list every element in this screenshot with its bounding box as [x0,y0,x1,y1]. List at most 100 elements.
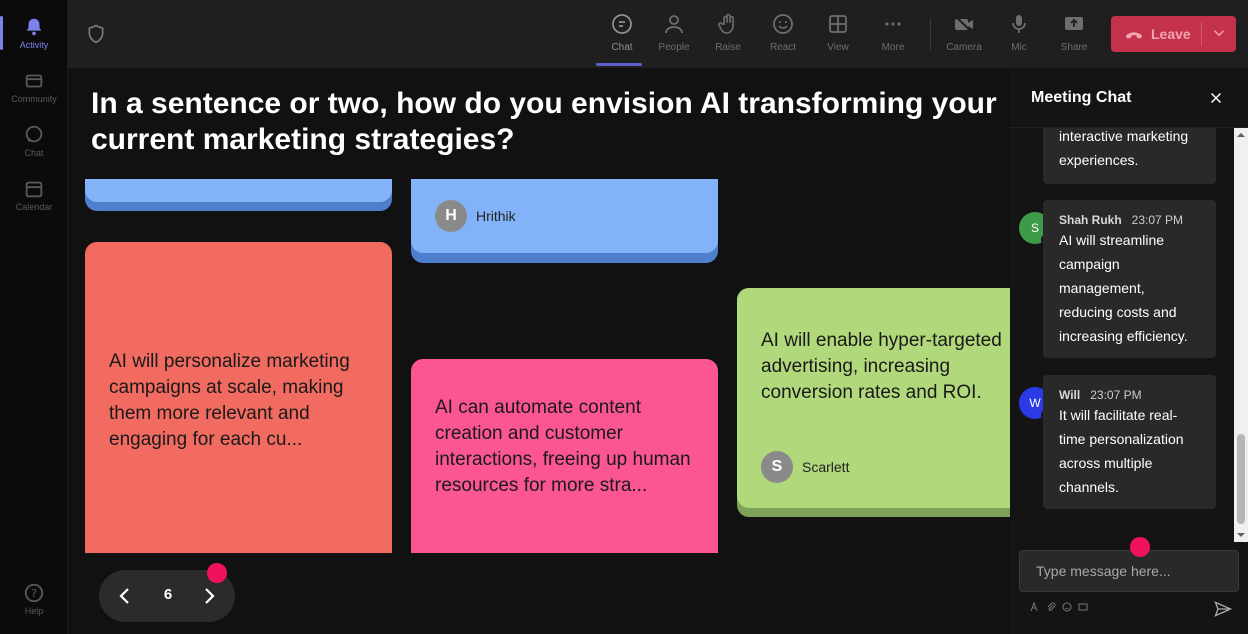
rail-label: Chat [24,148,44,158]
emoji-icon[interactable] [1062,602,1072,612]
chat-title: Meeting Chat [1031,89,1132,106]
chat-icon [25,125,43,143]
toolbar-label: People [658,42,690,53]
scrollbar-thumb[interactable] [1237,434,1245,524]
question-title: In a sentence or two, how do you envisio… [91,86,1010,158]
toolbar-mic-button[interactable]: Mic [993,8,1045,62]
avatar-initial: W [1029,396,1041,410]
hand-icon [718,13,734,34]
note-text: AI will personalize marketing campaigns … [109,351,350,450]
note-author: S Scarlett [761,451,849,483]
toolbar-label: Raise [715,42,741,53]
toolbar-label: React [769,42,797,53]
message-line: channels. [1059,479,1119,495]
chevron-right-icon[interactable] [197,584,221,608]
toolbar-raise-button[interactable]: Raise [702,8,754,62]
sticky-note[interactable]: H Hrithik [411,179,718,253]
message-line: management, [1059,280,1145,296]
toolbar-more-button[interactable]: More [867,8,919,62]
rail-label: Community [11,94,57,104]
note-text: AI can automate content creation and cus… [435,397,691,496]
chat-message-input[interactable] [1020,551,1238,591]
toolbar-label: Camera [946,42,982,53]
chat-header: Meeting Chat [1010,68,1248,128]
phone-hangup-icon [1125,32,1143,39]
note-text: AI will enable hyper-targeted advertisin… [761,330,1002,403]
calendar-icon [25,181,43,198]
chat-scrollbar[interactable] [1234,128,1248,542]
chat-messages: interactive marketing experiences. S Sha… [1010,128,1234,542]
sticky-note[interactable] [85,179,392,202]
author-name: Hrithik [476,208,516,224]
question-line: In a sentence or two, how do you envisio… [91,87,997,120]
avatar: H [435,200,467,232]
message-line: campaign [1059,256,1120,272]
rail-item-calendar[interactable]: Calendar [0,170,68,220]
message-line: AI will streamline [1059,232,1165,248]
composer-tools [1030,602,1088,612]
toolbar-view-button[interactable]: View [812,8,864,62]
chevron-left-icon[interactable] [113,584,137,608]
avatar-initial: S [1030,221,1039,235]
toolbar-chat-button[interactable]: Chat [596,8,648,66]
community-icon [25,74,43,88]
toolbar-share-button[interactable]: Share [1048,8,1100,62]
close-icon[interactable] [1207,89,1225,107]
leave-button[interactable]: Leave [1111,16,1236,52]
toolbar-camera-button[interactable]: Camera [938,8,990,62]
message-line: increasing efficiency. [1059,328,1188,344]
leave-label: Leave [1151,26,1191,42]
rail-label: Activity [19,40,49,50]
message-body: It will facilitate real- time personaliz… [1059,403,1204,499]
chat-icon [612,14,632,34]
message-time: 23:07 PM [1090,388,1142,402]
rail-item-chat[interactable]: Chat [0,116,68,166]
mic-icon [1012,15,1026,33]
rail-item-community[interactable]: Community [0,62,68,112]
toolbar-react-button[interactable]: React [757,8,809,62]
notes-canvas: H Hrithik AI will personalize marketing … [68,179,1010,553]
chat-message: Will 23:07 PM It will facilitate real- ti… [1043,375,1216,509]
whiteboard-stage: In a sentence or two, how do you envisio… [68,68,1010,634]
gif-icon[interactable] [1078,602,1088,612]
sticky-note[interactable]: AI will enable hyper-targeted advertisin… [737,288,1010,508]
message-line: across multiple [1059,455,1153,471]
message-body: AI will streamline campaign management, … [1059,228,1204,348]
sticky-note[interactable]: AI will personalize marketing campaigns … [85,242,392,553]
toolbar-divider [930,18,931,50]
question-line: current marketing strategies? [91,123,515,156]
more-icon [885,22,901,26]
send-icon[interactable] [1213,599,1233,619]
chat-message: interactive marketing experiences. [1043,128,1216,184]
toolbar-label: Share [1060,42,1088,53]
people-icon [665,15,683,34]
rail-label: Help [24,606,44,616]
meeting-chat-panel: Meeting Chat interactive marketing exper… [1010,68,1248,634]
rail-item-activity[interactable]: Activity [0,8,68,58]
note-author: H Hrithik [435,200,516,232]
scroll-up-icon[interactable] [1237,131,1245,139]
attach-icon[interactable] [1046,602,1056,612]
sender-name: Shah Rukh [1059,213,1122,227]
sticky-note[interactable]: AI can automate content creation and cus… [411,359,718,553]
page-number: 6 [163,586,173,603]
author-name: Scarlett [802,459,850,475]
format-icon[interactable] [1030,602,1040,612]
scroll-down-icon[interactable] [1237,531,1245,539]
smile-icon [773,14,793,34]
leave-divider [1201,22,1202,46]
chevron-down-icon[interactable] [1210,24,1228,42]
message-body: interactive marketing experiences. [1059,128,1204,172]
message-line: interactive marketing [1059,128,1189,144]
chat-message: Shah Rukh 23:07 PM AI will streamline cam… [1043,200,1216,358]
rail-label: Calendar [15,202,53,212]
rail-item-help[interactable]: ? Help [0,574,68,624]
meeting-toolbar: Chat People Raise React View More Camera… [68,0,1248,68]
toolbar-label: Chat [611,42,633,53]
cursor-dot [1130,537,1150,557]
app-rail: Activity Community Chat Calendar ? Help [0,0,68,634]
bell-icon [26,18,42,36]
toolbar-label: Mic [1011,42,1027,53]
toolbar-people-button[interactable]: People [648,8,700,62]
message-line: experiences. [1059,152,1139,168]
